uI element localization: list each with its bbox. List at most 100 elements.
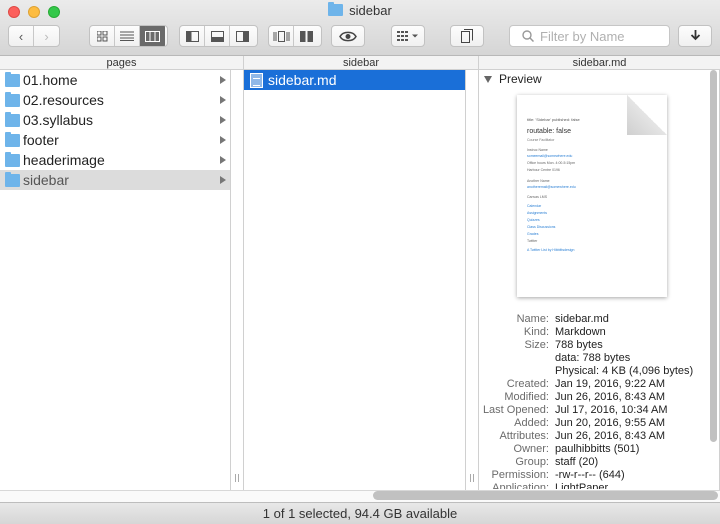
arrange-grid-icon <box>397 31 418 41</box>
folder-icon <box>5 91 20 107</box>
info-value: Jan 19, 2016, 9:22 AM <box>555 378 666 390</box>
info-value: Jun 26, 2016, 8:43 AM <box>555 391 666 403</box>
folder-icon <box>5 171 20 187</box>
disclosure-arrow-icon <box>220 156 226 164</box>
folder-label: sidebar <box>23 172 69 188</box>
folder-row-01-home[interactable]: 01.home <box>0 70 230 90</box>
sidebar-column: sidebar.md <box>244 70 466 490</box>
info-row-last-opened: Last Opened: Jul 17, 2016, 10:34 AM <box>479 404 719 417</box>
info-row-attributes: Attributes: Jun 26, 2016, 8:43 AM <box>479 430 719 443</box>
info-label: Group: <box>515 456 549 468</box>
disclosure-arrow-icon <box>220 76 226 84</box>
info-row-owner: Owner: paulhibbitts (501) <box>479 443 719 456</box>
info-row-created: Created: Jan 19, 2016, 9:22 AM <box>479 378 719 391</box>
view-mode-control <box>89 25 168 47</box>
folder-label: footer <box>23 132 59 148</box>
doc-line: someemail@somewhere.edu <box>527 154 573 158</box>
search-icon <box>522 30 534 42</box>
info-label: Application: <box>492 482 549 489</box>
column-resize-handle[interactable] <box>231 70 244 490</box>
doc-line: Instruc Name <box>527 148 548 152</box>
info-label: Modified: <box>504 391 549 403</box>
right-pane-icon <box>236 30 249 42</box>
folder-label: headerimage <box>23 152 105 168</box>
preview-toggle[interactable]: Preview <box>484 72 542 86</box>
chevron-right-icon: › <box>44 28 49 44</box>
right-pane-button[interactable] <box>230 26 255 46</box>
left-pane-icon <box>185 30 199 42</box>
page-curl-icon <box>627 95 667 135</box>
doc-line: Calendar <box>527 204 542 208</box>
quicklook-button[interactable] <box>331 25 365 47</box>
doc-line: Another Name <box>527 179 550 183</box>
dual-pane-button[interactable] <box>294 26 319 46</box>
info-value: Physical: 4 KB (4,096 bytes) <box>555 365 694 377</box>
info-value: sidebar.md <box>555 313 609 325</box>
disclosure-arrow-icon <box>220 116 226 124</box>
file-row-sidebar-md[interactable]: sidebar.md <box>244 70 465 90</box>
icon-view-button[interactable] <box>90 26 115 46</box>
info-row-added: Added: Jun 20, 2016, 9:55 AM <box>479 417 719 430</box>
info-label: Size: <box>524 339 549 351</box>
horizontal-scrollbar[interactable] <box>373 491 718 500</box>
file-info-list: Name: sidebar.md Kind: Markdown Size: 788 b… <box>479 313 719 489</box>
info-row-size: Size: 788 bytes <box>479 339 719 352</box>
folder-icon <box>5 131 20 147</box>
folder-row-02-resources[interactable]: 02.resources <box>0 90 230 110</box>
disclosure-arrow-icon <box>220 136 226 144</box>
doc-line: title: 'Sidebar' published: false <box>527 117 580 122</box>
pages-column: 01.home 02.resources 03.syllabus footer … <box>0 70 231 490</box>
left-pane-button[interactable] <box>180 26 205 46</box>
column-header-preview[interactable]: sidebar.md <box>479 56 720 70</box>
info-row-permission: Permission: -rw-r--r-- (644) <box>479 469 719 482</box>
doc-line: Twitter <box>527 239 538 243</box>
doc-line: Canvas LMS <box>527 195 548 199</box>
file-label: sidebar.md <box>268 72 337 88</box>
arrange-button[interactable] <box>391 25 425 47</box>
folder-row-03-syllabus[interactable]: 03.syllabus <box>0 110 230 130</box>
list-view-button[interactable] <box>115 26 140 46</box>
info-row-application: Application: LightPaper <box>479 482 719 489</box>
info-value: 788 bytes <box>555 339 603 351</box>
folder-icon <box>328 2 344 16</box>
preview-vertical-scrollbar[interactable] <box>710 70 717 442</box>
column-view-button[interactable] <box>140 26 165 46</box>
bottom-pane-icon <box>210 30 224 42</box>
info-row-kind: Kind: Markdown <box>479 326 719 339</box>
preview-column: Preview title: 'Sidebar' published: fals… <box>479 70 720 490</box>
bottom-pane-button[interactable] <box>205 26 230 46</box>
back-button[interactable]: ‹ <box>9 26 34 46</box>
info-value: Jul 17, 2016, 10:34 AM <box>555 404 668 416</box>
info-value: staff (20) <box>555 456 599 468</box>
download-button[interactable] <box>678 25 712 47</box>
info-row-physical-size: Physical: 4 KB (4,096 bytes) <box>479 365 719 378</box>
disclosure-arrow-icon <box>220 176 226 184</box>
doc-line: Grades <box>527 232 539 236</box>
doc-line: A Twitter List by Hibbittsdesign <box>527 248 575 252</box>
info-value: paulhibbitts (501) <box>555 443 640 455</box>
column-header-sidebar[interactable]: sidebar <box>244 56 479 70</box>
doc-line: anotheremail@somewhere.edu <box>527 185 576 189</box>
coverflow-button[interactable] <box>269 26 294 46</box>
folder-row-footer[interactable]: footer <box>0 130 230 150</box>
column-headers: pages sidebar sidebar.md <box>0 56 720 70</box>
copy-path-button[interactable] <box>450 25 484 47</box>
info-label: Attributes: <box>499 430 549 442</box>
doc-line: Office hours Mon. 4:00-5:15pm <box>527 161 576 165</box>
filter-search-input[interactable] <box>540 28 660 44</box>
filter-search-box[interactable] <box>509 25 670 47</box>
info-label: Added: <box>514 417 549 429</box>
copy-path-icon <box>461 29 473 43</box>
info-label: Owner: <box>513 443 549 455</box>
forward-button[interactable]: › <box>34 26 59 46</box>
info-value: Markdown <box>555 326 606 338</box>
doc-line: Harbour Centre 0196 <box>527 168 560 172</box>
folder-row-headerimage[interactable]: headerimage <box>0 150 230 170</box>
pane-layout-control <box>179 25 258 47</box>
folder-row-sidebar[interactable]: sidebar <box>0 170 230 190</box>
column-header-pages[interactable]: pages <box>0 56 244 70</box>
document-thumbnail: title: 'Sidebar' published: false routab… <box>517 95 667 297</box>
folder-icon <box>5 111 20 127</box>
column-resize-handle[interactable] <box>466 70 479 490</box>
coverflow-icon <box>273 30 289 42</box>
